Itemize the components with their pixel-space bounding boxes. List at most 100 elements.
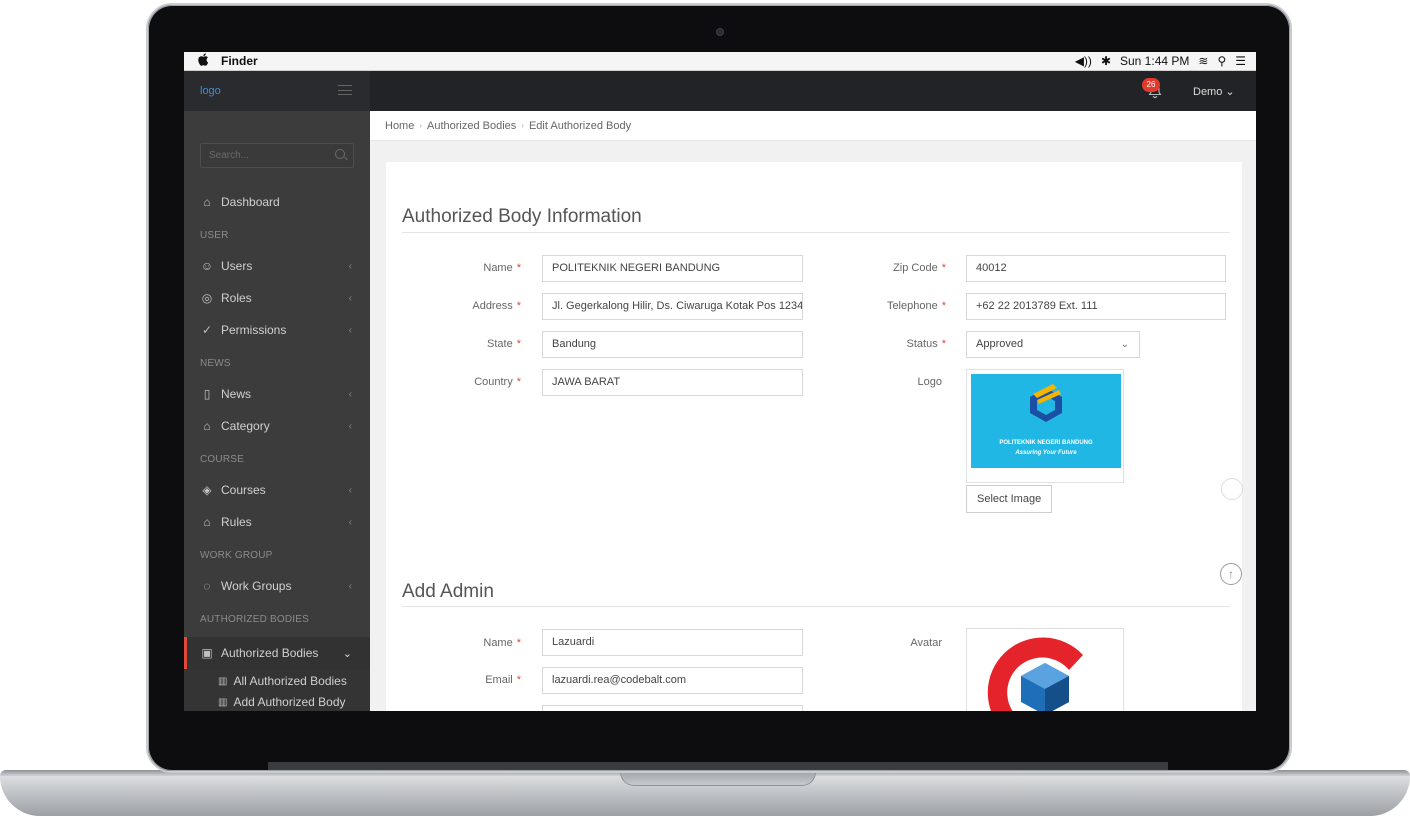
sidebar-section-course: COURSE xyxy=(200,454,244,465)
chevron-left-icon: ‹ xyxy=(348,580,352,592)
scroll-hint-icon[interactable] xyxy=(1221,478,1243,500)
name-input[interactable]: POLITEKNIK NEGERI BANDUNG xyxy=(542,255,803,282)
edit-form-card: Authorized Body Information Name * POLITE… xyxy=(386,162,1242,711)
sidebar-item-label: Dashboard xyxy=(221,195,280,209)
search-icon[interactable] xyxy=(335,149,345,159)
sidebar-item-dashboard[interactable]: ⌂ Dashboard xyxy=(184,188,370,216)
admin-name-input[interactable]: Lazuardi xyxy=(542,629,803,656)
telephone-label: Telephone * xyxy=(886,300,946,312)
chevron-left-icon: ‹ xyxy=(348,420,352,432)
spotlight-icon[interactable]: ⚲ xyxy=(1217,54,1226,68)
name-label: Name * xyxy=(483,262,521,274)
chevron-down-icon: ⌄ xyxy=(1120,339,1129,350)
breadcrumb-parent[interactable]: Authorized Bodies xyxy=(427,120,516,132)
sidebar-item-label: Roles xyxy=(221,291,252,305)
users-icon: ☺ xyxy=(200,259,214,273)
telephone-input[interactable]: +62 22 2013789 Ext. 111 xyxy=(966,293,1226,320)
logo-preview: POLITEKNIK NEGERI BANDUNG Assuring Your … xyxy=(966,369,1124,483)
sidebar-section-news: NEWS xyxy=(200,358,231,369)
polban-emblem-icon xyxy=(1030,384,1062,422)
sidebar-item-label: Category xyxy=(221,419,270,433)
avatar-preview xyxy=(966,628,1124,711)
address-input[interactable]: Jl. Gegerkalong Hilir, Ds. Ciwaruga Kota… xyxy=(542,293,803,320)
admin-email-input[interactable]: lazuardi.rea@codebalt.com xyxy=(542,667,803,694)
laptop-mockup: Finder ◀)) ✱ Sun 1:44 PM ≋ ⚲ ☰ logo 26 D… xyxy=(0,0,1410,816)
logo-tagline: Assuring Your Future xyxy=(1015,450,1077,456)
sidebar-item-courses[interactable]: ◈ Courses ‹ xyxy=(184,476,370,504)
admin-next-input[interactable] xyxy=(542,705,803,711)
menubar-status: ◀)) ✱ Sun 1:44 PM ≋ ⚲ ☰ xyxy=(1075,54,1246,68)
sidebar-item-rules[interactable]: ⌂ Rules ‹ xyxy=(184,508,370,536)
sidebar-subitem-all-authorized-bodies[interactable]: ▥ All Authorized Bodies xyxy=(184,669,370,693)
breadcrumb: Home › Authorized Bodies › Edit Authoriz… xyxy=(370,111,1256,141)
sidebar-item-work-groups[interactable]: ◌ Work Groups ‹ xyxy=(184,572,370,600)
menu-toggle-icon[interactable] xyxy=(338,85,352,95)
sidebar-item-users[interactable]: ☺ Users ‹ xyxy=(184,252,370,280)
state-input[interactable]: Bandung xyxy=(542,331,803,358)
zip-input[interactable]: 40012 xyxy=(966,255,1226,282)
sidebar-item-label: Permissions xyxy=(221,323,287,337)
apple-icon[interactable] xyxy=(198,53,209,69)
bar-chart-icon: ▥ xyxy=(218,696,228,708)
layers-icon: ◈ xyxy=(202,483,212,497)
sidebar-item-label: Add Authorized Body xyxy=(233,695,346,709)
home-icon: ⌂ xyxy=(203,419,211,433)
chevron-left-icon: ‹ xyxy=(348,324,352,336)
avatar-image xyxy=(987,637,1083,711)
breadcrumb-home[interactable]: Home xyxy=(385,120,414,132)
country-input[interactable]: JAWA BARAT xyxy=(542,369,803,396)
section-divider xyxy=(402,606,1230,607)
logo[interactable]: logo xyxy=(200,85,221,97)
chevron-left-icon: ‹ xyxy=(348,484,352,496)
section-title-admin: Add Admin xyxy=(402,581,494,602)
sidebar-item-news[interactable]: ▯ News ‹ xyxy=(184,380,370,408)
laptop-base xyxy=(0,770,1410,816)
home-icon: ⌂ xyxy=(203,195,211,209)
chevron-left-icon: ‹ xyxy=(348,260,352,272)
notification-center-icon[interactable]: ☰ xyxy=(1235,54,1246,68)
avatar-label: Avatar xyxy=(910,637,942,649)
sidebar-item-category[interactable]: ⌂ Category ‹ xyxy=(184,412,370,440)
chat-icon: ◌ xyxy=(203,579,211,593)
chevron-left-icon: ‹ xyxy=(348,292,352,304)
logo-caption: POLITEKNIK NEGERI BANDUNG xyxy=(999,440,1093,446)
finder-menu[interactable]: Finder xyxy=(221,54,258,68)
sidebar-item-authorized-bodies[interactable]: ▣ Authorized Bodies ⌄ xyxy=(184,637,370,669)
screen: Finder ◀)) ✱ Sun 1:44 PM ≋ ⚲ ☰ logo 26 D… xyxy=(184,52,1256,711)
country-label: Country * xyxy=(474,376,521,388)
select-image-button[interactable]: Select Image xyxy=(966,485,1053,513)
zip-label: Zip Code * xyxy=(893,262,946,274)
section-divider xyxy=(402,232,1230,233)
sidebar: ⌂ Dashboard USER ☺ Users ‹ ◎ Roles ‹ ✓ P… xyxy=(184,111,370,711)
sidebar-subitem-add-authorized-body[interactable]: ▥ Add Authorized Body xyxy=(184,693,370,711)
menubar-clock[interactable]: Sun 1:44 PM xyxy=(1120,54,1189,68)
chevron-down-icon: ⌄ xyxy=(342,647,352,660)
status-select[interactable]: Approved ⌄ xyxy=(966,331,1140,358)
scroll-to-top-button[interactable]: ↑ xyxy=(1220,563,1242,585)
sidebar-item-label: Courses xyxy=(221,483,266,497)
address-label: Address * xyxy=(472,300,521,312)
chevron-left-icon: ‹ xyxy=(348,516,352,528)
sidebar-item-roles[interactable]: ◎ Roles ‹ xyxy=(184,284,370,312)
sidebar-item-permissions[interactable]: ✓ Permissions ‹ xyxy=(184,316,370,344)
sidebar-item-label: Users xyxy=(221,259,253,273)
volume-icon[interactable]: ◀)) xyxy=(1075,54,1092,68)
logo-label: Logo xyxy=(917,376,942,388)
home-icon: ⌂ xyxy=(203,515,211,529)
wifi-icon[interactable]: ≋ xyxy=(1198,54,1208,68)
bluetooth-icon[interactable]: ✱ xyxy=(1101,54,1111,68)
app-header: logo 26 Demo ⌄ xyxy=(184,71,1256,111)
sidebar-item-label: All Authorized Bodies xyxy=(233,674,347,688)
admin-name-label: Name * xyxy=(483,637,521,649)
user-menu[interactable]: Demo ⌄ xyxy=(1193,85,1235,98)
search-input[interactable] xyxy=(201,144,331,167)
state-label: State * xyxy=(487,338,521,350)
sidebar-item-label: News xyxy=(221,387,252,401)
logo-area: logo xyxy=(184,71,370,111)
breadcrumb-current: Edit Authorized Body xyxy=(528,119,632,132)
chevron-left-icon: ‹ xyxy=(348,388,352,400)
webcam-icon xyxy=(716,28,724,36)
breadcrumb-separator: › xyxy=(419,121,423,130)
sidebar-item-label: Authorized Bodies xyxy=(221,646,319,660)
laptop-hinge xyxy=(268,762,1168,770)
